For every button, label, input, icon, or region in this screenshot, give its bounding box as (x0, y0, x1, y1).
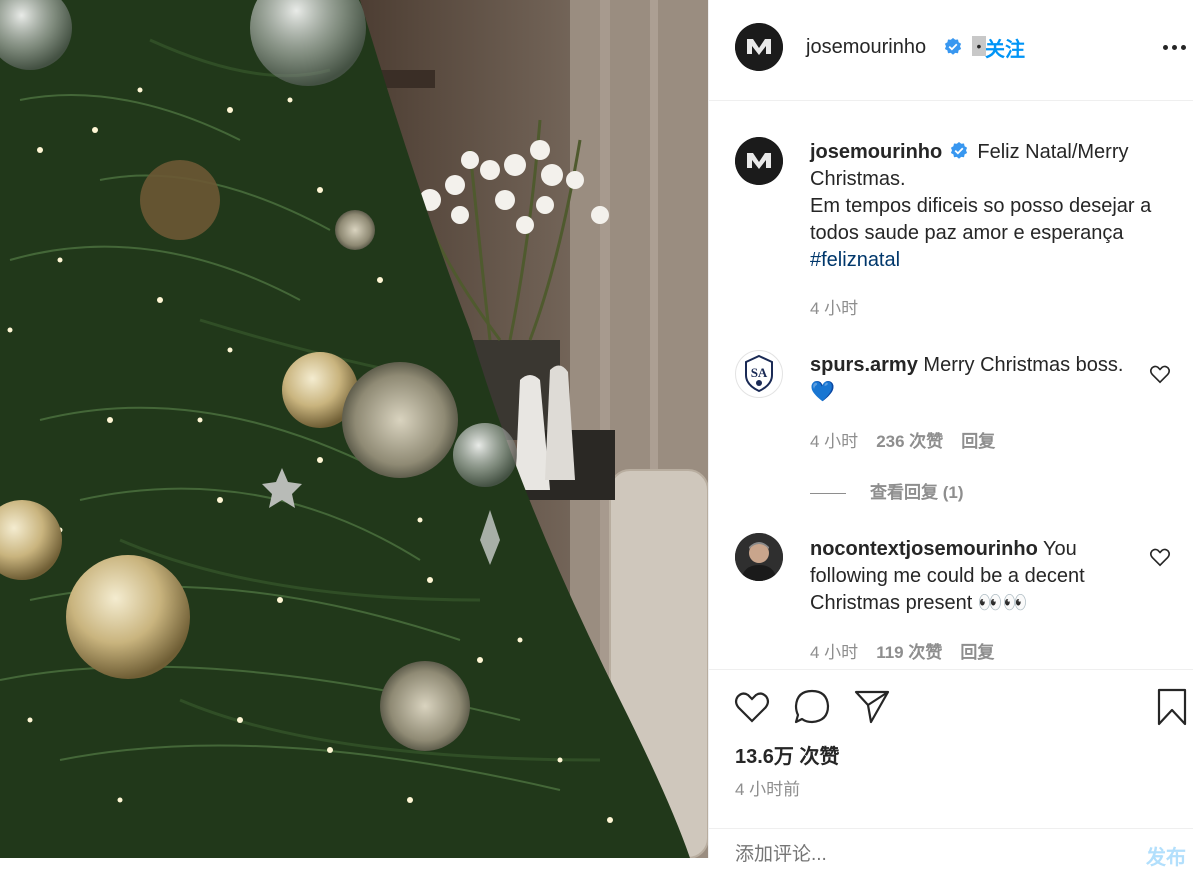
post-actions: 13.6万 次赞 4 小时前 (709, 669, 1193, 839)
caption-author-avatar[interactable] (735, 137, 783, 185)
comment-body-line: You (1043, 538, 1077, 560)
verified-badge-icon (950, 142, 967, 159)
emoji: 💙 (810, 381, 835, 403)
post-photo[interactable] (0, 0, 708, 858)
verified-badge-icon (944, 38, 962, 55)
caption-line: todos saude paz amor e esperança (810, 222, 1124, 244)
reply-button[interactable]: 回复 (960, 643, 994, 662)
heart-icon[interactable] (1149, 364, 1171, 384)
heart-icon[interactable] (1149, 547, 1171, 567)
comment-like-count[interactable]: 119 次赞 (876, 643, 942, 662)
view-replies-button[interactable]: 查看回复 (1) (810, 478, 964, 503)
caption-line: Em tempos dificeis so posso desejar a (810, 195, 1152, 217)
more-options-icon[interactable] (1163, 44, 1187, 52)
separator-dot: • (972, 36, 986, 56)
post-comment-button[interactable]: 发布 (1146, 841, 1186, 870)
commenter-avatar[interactable]: SA (735, 350, 783, 398)
bookmark-icon[interactable] (1153, 688, 1191, 726)
hashtag-link[interactable]: #feliznatal (810, 249, 900, 271)
caption-line: Feliz Natal/Merry (977, 141, 1129, 163)
commenter-username[interactable]: nocontextjosemourinho (810, 538, 1038, 560)
comment-body-line: following me could be a decent (810, 565, 1085, 587)
profile-photo-icon (735, 533, 783, 581)
view-replies-label: 查看回复 (1) (870, 483, 964, 502)
comment-time: 4 小时 (810, 643, 859, 662)
caption-username[interactable]: josemourinho (810, 141, 942, 163)
svg-text:SA: SA (751, 365, 768, 380)
author-username[interactable]: josemourinho (806, 36, 926, 59)
comment-like-count[interactable]: 236 次赞 (876, 432, 943, 451)
paper-plane-icon[interactable] (853, 688, 891, 726)
comment-time: 4 小时 (810, 432, 859, 451)
comment-body: Merry Christmas boss. (923, 354, 1124, 376)
comment-composer: 发布 (709, 828, 1193, 871)
comment-input[interactable] (733, 839, 1117, 871)
caption-timestamp: 4 小时 (810, 299, 859, 318)
caption-line: Christmas. (810, 168, 906, 190)
divider-line (810, 493, 846, 495)
emoji: 👀👀 (977, 592, 1028, 614)
post-header: josemourinho • 关注 (709, 0, 1193, 101)
heart-icon[interactable] (733, 688, 771, 726)
author-avatar[interactable] (735, 23, 783, 71)
comment-body-line: Christmas present (810, 592, 973, 614)
comment-text: nocontextjosemourinho You following me c… (810, 536, 1180, 617)
like-count[interactable]: 13.6万 次赞 (735, 740, 839, 769)
brand-logo-icon (735, 137, 783, 185)
commenter-avatar[interactable] (735, 533, 783, 581)
comment-meta: 4 小时 236 次赞 回复 (810, 427, 995, 452)
spurs-army-logo-icon: SA (745, 354, 773, 393)
follow-button[interactable]: 关注 (985, 33, 1025, 62)
caption-text: josemourinho Feliz Natal/Merry Christmas… (810, 139, 1180, 274)
brand-logo-icon (735, 23, 783, 71)
reply-button[interactable]: 回复 (961, 432, 995, 451)
post-timestamp: 4 小时前 (735, 780, 801, 799)
comment-text: spurs.army Merry Christmas boss. 💙 (810, 352, 1180, 406)
comments-list[interactable]: josemourinho Feliz Natal/Merry Christmas… (709, 101, 1193, 669)
commenter-username[interactable]: spurs.army (810, 354, 918, 376)
christmas-tree-photo (0, 0, 708, 858)
comment-meta: 4 小时 119 次赞 回复 (810, 638, 994, 663)
comment-bubble-icon[interactable] (793, 688, 831, 726)
post-detail-panel: josemourinho • 关注 josemourinho Feliz Nat… (708, 0, 1193, 871)
